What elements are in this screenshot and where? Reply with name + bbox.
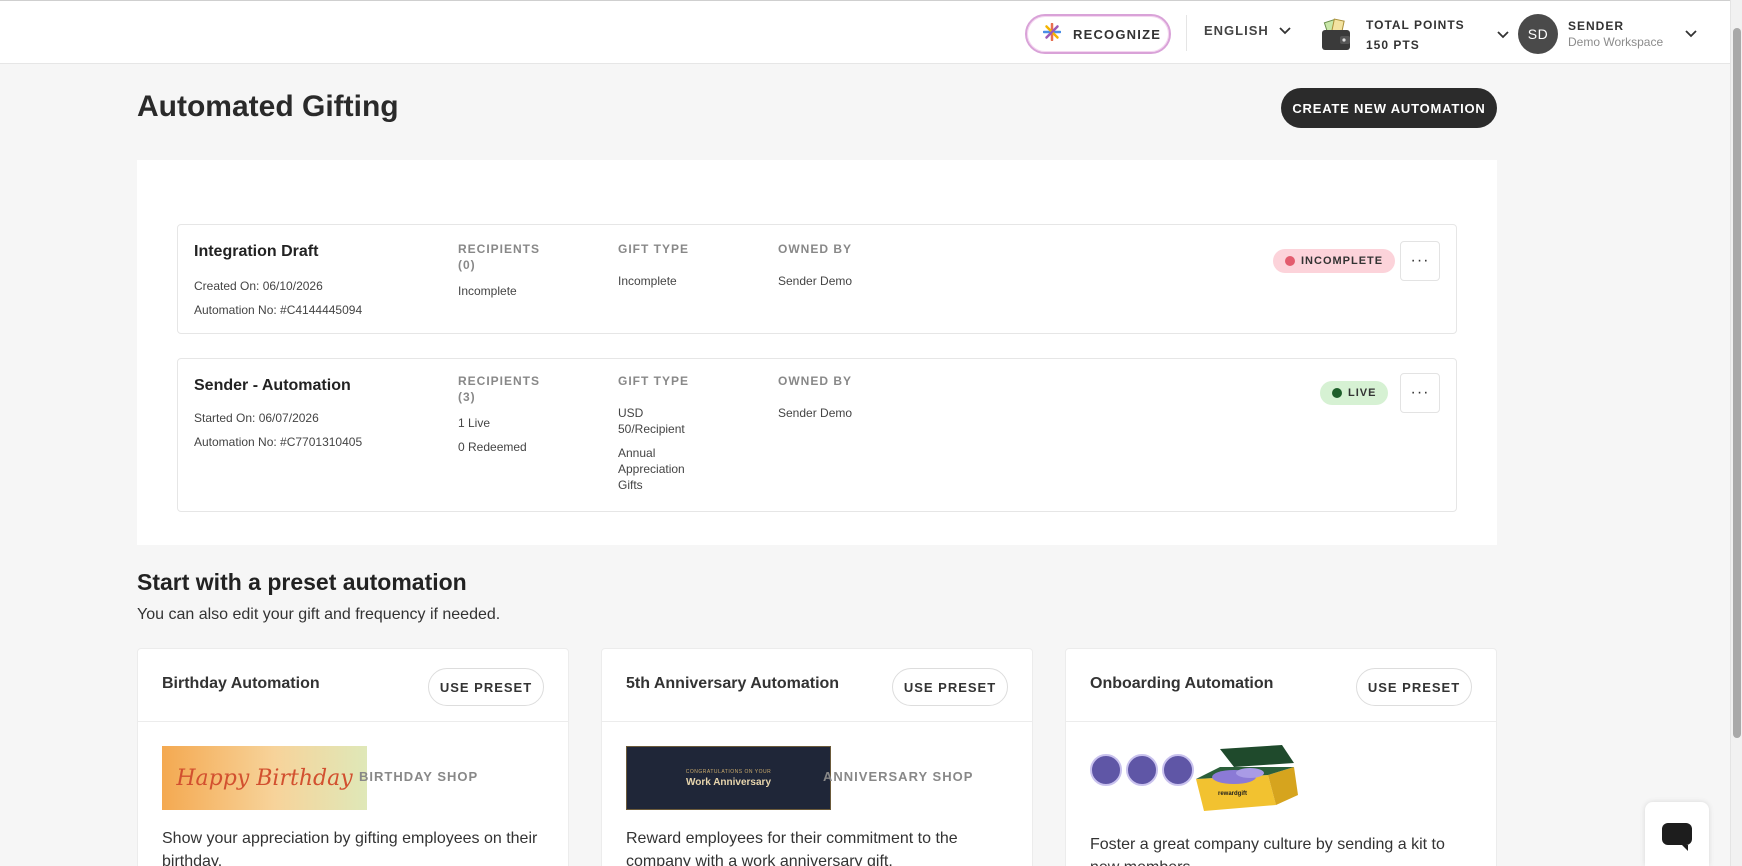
kit-box-label: rewardgift	[1218, 791, 1248, 797]
gift-name-line: Appreciation	[618, 462, 685, 476]
preset-section-subtitle: You can also edit your gift and frequenc…	[137, 606, 501, 623]
birthday-banner-image: Happy Birthday	[162, 746, 367, 810]
preset-description: Reward employees for their commitment to…	[626, 830, 958, 866]
recipients-heading: RECIPIENTS	[458, 242, 541, 256]
recipients-live: 1 Live	[458, 416, 491, 430]
automations-panel: Integration Draft Created On: 06/10/2026…	[137, 160, 1497, 545]
automation-date: Started On: 06/07/2026	[194, 411, 319, 425]
language-selector[interactable]: ENGLISH	[1204, 23, 1291, 38]
automation-card[interactable]: Sender - Automation Started On: 06/07/20…	[177, 358, 1457, 512]
use-preset-button[interactable]: USE PRESET	[1356, 668, 1472, 706]
automation-name: Sender - Automation	[194, 377, 351, 394]
preset-title: Onboarding Automation	[1090, 675, 1274, 692]
status-label: INCOMPLETE	[1301, 255, 1384, 267]
scrollbar[interactable]	[1730, 0, 1742, 866]
status-badge: LIVE	[1320, 381, 1389, 405]
page-title: Automated Gifting	[137, 90, 399, 123]
language-label: ENGLISH	[1204, 23, 1269, 38]
divider	[602, 721, 1032, 722]
user-menu[interactable]: SD SENDER Demo Workspace	[1518, 14, 1697, 54]
banner-text: Work Anniversary	[685, 776, 772, 788]
recipients-column: RECIPIENTS (3) 1 Live 0 Redeemed	[458, 373, 540, 455]
owned-by-heading: OWNED BY	[778, 242, 852, 256]
create-automation-button[interactable]: CREATE NEW AUTOMATION	[1281, 88, 1497, 128]
chevron-down-icon	[1279, 23, 1291, 38]
shop-link[interactable]: BIRTHDAY SHOP	[359, 769, 478, 784]
gift-name-line: Gifts	[618, 478, 643, 492]
shop-link[interactable]: ANNIVERSARY SHOP	[823, 769, 973, 784]
gift-amount: 50/Recipient	[618, 422, 685, 436]
recipients-value: Incomplete	[458, 284, 517, 298]
preset-card-anniversary: 5th Anniversary Automation USE PRESET CO…	[601, 648, 1033, 866]
automation-card[interactable]: Integration Draft Created On: 06/10/2026…	[177, 224, 1457, 334]
points-value: 150 PTS	[1366, 38, 1420, 52]
owned-by-column: OWNED BY Sender Demo	[778, 241, 852, 289]
avatar: SD	[1518, 14, 1558, 54]
preset-section-title: Start with a preset automation	[137, 569, 467, 595]
preset-description: Foster a great company culture by sendin…	[1090, 836, 1445, 866]
recipients-count: (3)	[458, 390, 476, 404]
hoodie-icon	[1126, 754, 1158, 786]
preset-title: Birthday Automation	[162, 675, 320, 692]
status-label: LIVE	[1348, 387, 1377, 399]
owned-by-value: Sender Demo	[778, 406, 853, 420]
user-name: SENDER	[1568, 19, 1625, 33]
more-icon: ···	[1410, 384, 1430, 401]
banner-text: Happy Birthday	[176, 765, 353, 791]
use-preset-button[interactable]: USE PRESET	[428, 668, 544, 706]
more-icon: ···	[1410, 252, 1430, 269]
automation-name: Integration Draft	[194, 243, 319, 260]
points-dropdown[interactable]: TOTAL POINTS 150 PTS	[1320, 15, 1509, 55]
wallet-icon	[1320, 18, 1352, 52]
recipients-redeemed: 0 Redeemed	[458, 440, 527, 454]
owned-by-column: OWNED BY Sender Demo	[778, 373, 852, 421]
automation-number: Automation No: #C7701310405	[194, 435, 363, 449]
recognize-button[interactable]: RECOGNIZE	[1025, 14, 1171, 54]
top-header: RECOGNIZE ENGLISH TOTAL POINTS 150 PTS S…	[0, 0, 1730, 64]
points-label: TOTAL POINTS	[1366, 18, 1465, 32]
status-dot	[1285, 256, 1295, 266]
recipients-column: RECIPIENTS (0) Incomplete	[458, 241, 540, 299]
chat-launcher-button[interactable]	[1645, 802, 1709, 866]
preset-description: Show your appreciation by gifting employ…	[162, 830, 538, 866]
gift-type-value: Incomplete	[618, 274, 677, 288]
preset-card-birthday: Birthday Automation USE PRESET Happy Bir…	[137, 648, 569, 866]
owned-by-value: Sender Demo	[778, 274, 853, 288]
more-options-button[interactable]: ···	[1400, 373, 1440, 413]
gift-type-heading: GIFT TYPE	[618, 374, 690, 388]
header-divider	[1186, 15, 1187, 51]
status-dot	[1332, 388, 1342, 398]
tshirt-icon	[1090, 754, 1122, 786]
gift-type-column: GIFT TYPE Incomplete	[618, 241, 689, 289]
gift-type-heading: GIFT TYPE	[618, 242, 690, 256]
recognize-label: RECOGNIZE	[1073, 26, 1162, 42]
chat-icon	[1662, 823, 1692, 851]
banner-small-text: CONGRATULATIONS ON YOUR	[685, 768, 772, 775]
automation-number: Automation No: #C4144445094	[194, 303, 363, 317]
recipients-count: (0)	[458, 258, 476, 272]
gift-currency: USD	[618, 406, 644, 420]
anniversary-banner-image: CONGRATULATIONS ON YOUR Work Anniversary	[626, 746, 831, 810]
gift-box-image: rewardgift	[1190, 745, 1300, 818]
automation-date: Created On: 06/10/2026	[194, 279, 323, 293]
preset-title: 5th Anniversary Automation	[626, 675, 840, 692]
recipients-heading: RECIPIENTS	[458, 374, 541, 388]
gift-type-column: GIFT TYPE USD 50/Recipient Annual Apprec…	[618, 373, 689, 493]
divider	[1066, 721, 1496, 722]
divider	[138, 721, 568, 722]
preset-card-onboarding: Onboarding Automation USE PRESET rewardg…	[1065, 648, 1497, 866]
use-preset-button[interactable]: USE PRESET	[892, 668, 1008, 706]
more-options-button[interactable]: ···	[1400, 241, 1440, 281]
scrollbar-thumb[interactable]	[1733, 28, 1741, 738]
chevron-down-icon	[1497, 26, 1509, 44]
chevron-down-icon	[1685, 25, 1697, 43]
sparkle-icon	[1042, 22, 1062, 46]
gift-name-line: Annual	[618, 446, 656, 460]
status-badge: INCOMPLETE	[1273, 249, 1396, 273]
workspace-name: Demo Workspace	[1568, 35, 1664, 49]
owned-by-heading: OWNED BY	[778, 374, 852, 388]
kit-items-images	[1090, 754, 1194, 786]
